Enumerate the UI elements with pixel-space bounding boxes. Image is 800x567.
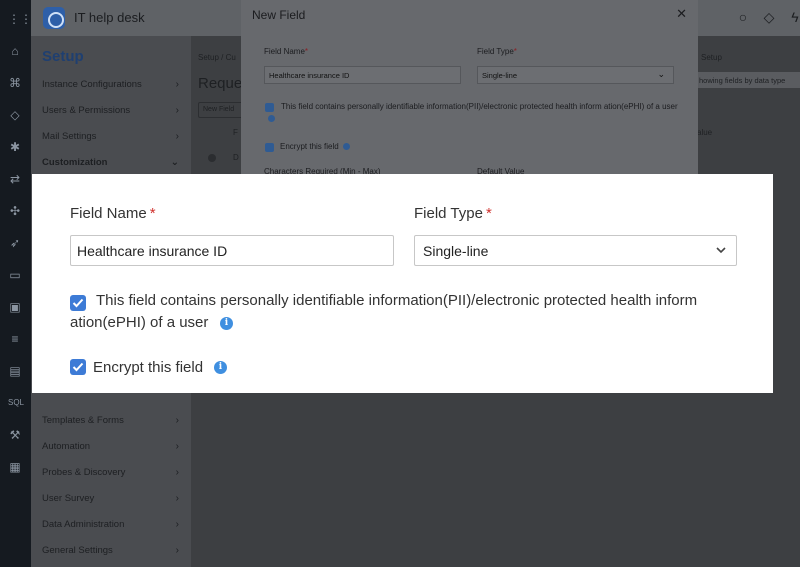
close-icon[interactable]: ✕	[676, 6, 687, 22]
chevron-right-icon: ›	[175, 441, 179, 452]
pii-text-line2: ation(ePHI) of a user	[70, 314, 209, 331]
row-hint: D	[233, 153, 239, 162]
chevron-right-icon: ›	[175, 105, 179, 116]
app-logo-icon	[43, 7, 65, 29]
sidebar-item-label: General Settings	[42, 545, 113, 556]
shuffle-icon[interactable]: ⇄	[8, 172, 22, 186]
tools-icon[interactable]: ⚒	[8, 428, 22, 442]
modal-title: New Field	[252, 8, 306, 22]
value-column-header: alue	[697, 128, 713, 137]
rocket-icon[interactable]: ➶	[8, 236, 22, 250]
database-icon[interactable]: ≡	[8, 332, 22, 346]
info-icon[interactable]: i	[220, 317, 233, 330]
field-name-input[interactable]	[70, 235, 394, 266]
sidebar-item-probes-discovery[interactable]: Probes & Discovery ›	[42, 467, 187, 483]
field-type-select[interactable]: Single-line	[414, 235, 737, 266]
sidebar-item-label: User Survey	[42, 493, 95, 504]
info-icon	[342, 143, 350, 151]
flash-icon[interactable]: ϟ	[787, 9, 800, 25]
pii-text-line1: This field contains personally identifia…	[96, 292, 698, 309]
modal-encrypt-text: Encrypt this field	[280, 141, 350, 153]
pii-checkbox[interactable]	[70, 295, 86, 311]
search-icon[interactable]: ○	[735, 9, 751, 25]
app-title: IT help desk	[74, 10, 145, 25]
chevron-right-icon: ›	[175, 79, 179, 90]
sidebar-item-user-survey[interactable]: User Survey ›	[42, 493, 187, 509]
calendar-icon[interactable]: ▦	[8, 460, 22, 474]
sidebar-item-label: Instance Configurations	[42, 79, 142, 90]
chevron-down-icon	[716, 247, 726, 254]
column-header: F	[233, 128, 238, 137]
sidebar-item-instance-configurations[interactable]: Instance Configurations ›	[42, 79, 187, 95]
zoom-callout-panel: Field Name* Field Type* Single-line This…	[32, 174, 773, 393]
new-field-modal: New Field ✕ Field Name* Healthcare insur…	[241, 0, 698, 176]
modal-pii-text: This field contains personally identifia…	[264, 101, 684, 125]
report-icon[interactable]: ▤	[8, 364, 22, 378]
chevron-right-icon: ›	[175, 131, 179, 142]
sidebar-item-label: Data Administration	[42, 519, 125, 530]
modal-field-type-label: Field Type*	[477, 47, 517, 56]
box-icon[interactable]: ▣	[8, 300, 22, 314]
sidebar-item-label: Mail Settings	[42, 131, 97, 142]
chevron-right-icon: ›	[175, 415, 179, 426]
sidebar-item-mail-settings[interactable]: Mail Settings ›	[42, 131, 187, 147]
network-icon[interactable]: ⌘	[8, 76, 22, 90]
row-radio[interactable]	[208, 154, 216, 162]
grid-icon[interactable]: ⋮⋮	[8, 12, 32, 26]
quick-action-icon[interactable]: ◇	[761, 9, 777, 25]
home-icon[interactable]: ⌂	[8, 44, 22, 58]
puzzle-icon[interactable]: ✣	[8, 204, 22, 218]
modal-field-type-select[interactable]: Single-line ⌄	[477, 66, 674, 84]
required-mark: *	[149, 205, 156, 222]
sidebar-item-label: Customization	[42, 157, 108, 168]
modal-encrypt-checkbox[interactable]	[265, 143, 274, 152]
info-icon[interactable]: i	[214, 361, 227, 374]
encrypt-text: Encrypt this field	[93, 359, 204, 376]
info-icon	[268, 115, 275, 123]
sidebar-item-customization[interactable]: Customization ⌄	[42, 157, 187, 173]
filter-dropdown[interactable]: howing fields by data type	[697, 72, 800, 88]
tag-icon[interactable]: ◇	[8, 108, 22, 122]
chevron-down-icon: ⌄	[170, 157, 179, 168]
checkmark-icon	[72, 362, 84, 372]
sidebar-item-label: Automation	[42, 441, 91, 452]
chevron-right-icon: ›	[175, 493, 179, 504]
field-name-label: Field Name *	[70, 205, 156, 222]
sidebar-item-label: Users & Permissions	[42, 105, 131, 116]
book-icon[interactable]: ▭	[8, 268, 22, 282]
field-type-label: Field Type *	[414, 205, 492, 222]
right-breadcrumb: Setup	[701, 53, 722, 62]
field-type-value: Single-line	[423, 243, 489, 259]
required-mark: *	[485, 205, 492, 222]
checkmark-icon	[72, 298, 84, 308]
icon-rail: ⋮⋮ ⌂ ⌘ ◇ ✱ ⇄ ✣ ➶ ▭ ▣ ≡ ▤ SQL ⚒ ▦	[0, 0, 32, 567]
breadcrumb[interactable]: Setup / Cu	[198, 53, 236, 62]
sidebar-item-automation[interactable]: Automation ›	[42, 441, 187, 457]
modal-field-name-label: Field Name*	[264, 47, 309, 56]
sidebar-item-templates-forms[interactable]: Templates & Forms ›	[42, 415, 187, 431]
sql-icon[interactable]: SQL	[8, 396, 24, 410]
encrypt-checkbox[interactable]	[70, 359, 86, 375]
sidebar-item-label: Templates & Forms	[42, 415, 124, 426]
modal-field-name-input[interactable]: Healthcare insurance ID	[264, 66, 461, 84]
chevron-right-icon: ›	[175, 519, 179, 530]
chevron-right-icon: ›	[175, 545, 179, 556]
bug-icon[interactable]: ✱	[8, 140, 22, 154]
sidebar-item-users-permissions[interactable]: Users & Permissions ›	[42, 105, 187, 121]
chevron-down-icon: ⌄	[657, 69, 665, 79]
sidebar-item-label: Probes & Discovery	[42, 467, 126, 478]
sidebar-item-data-administration[interactable]: Data Administration ›	[42, 519, 187, 535]
new-field-button[interactable]: New Field	[198, 102, 244, 118]
sidebar-title: Setup	[42, 48, 84, 65]
sidebar-item-general-settings[interactable]: General Settings ›	[42, 545, 187, 561]
chevron-right-icon: ›	[175, 467, 179, 478]
